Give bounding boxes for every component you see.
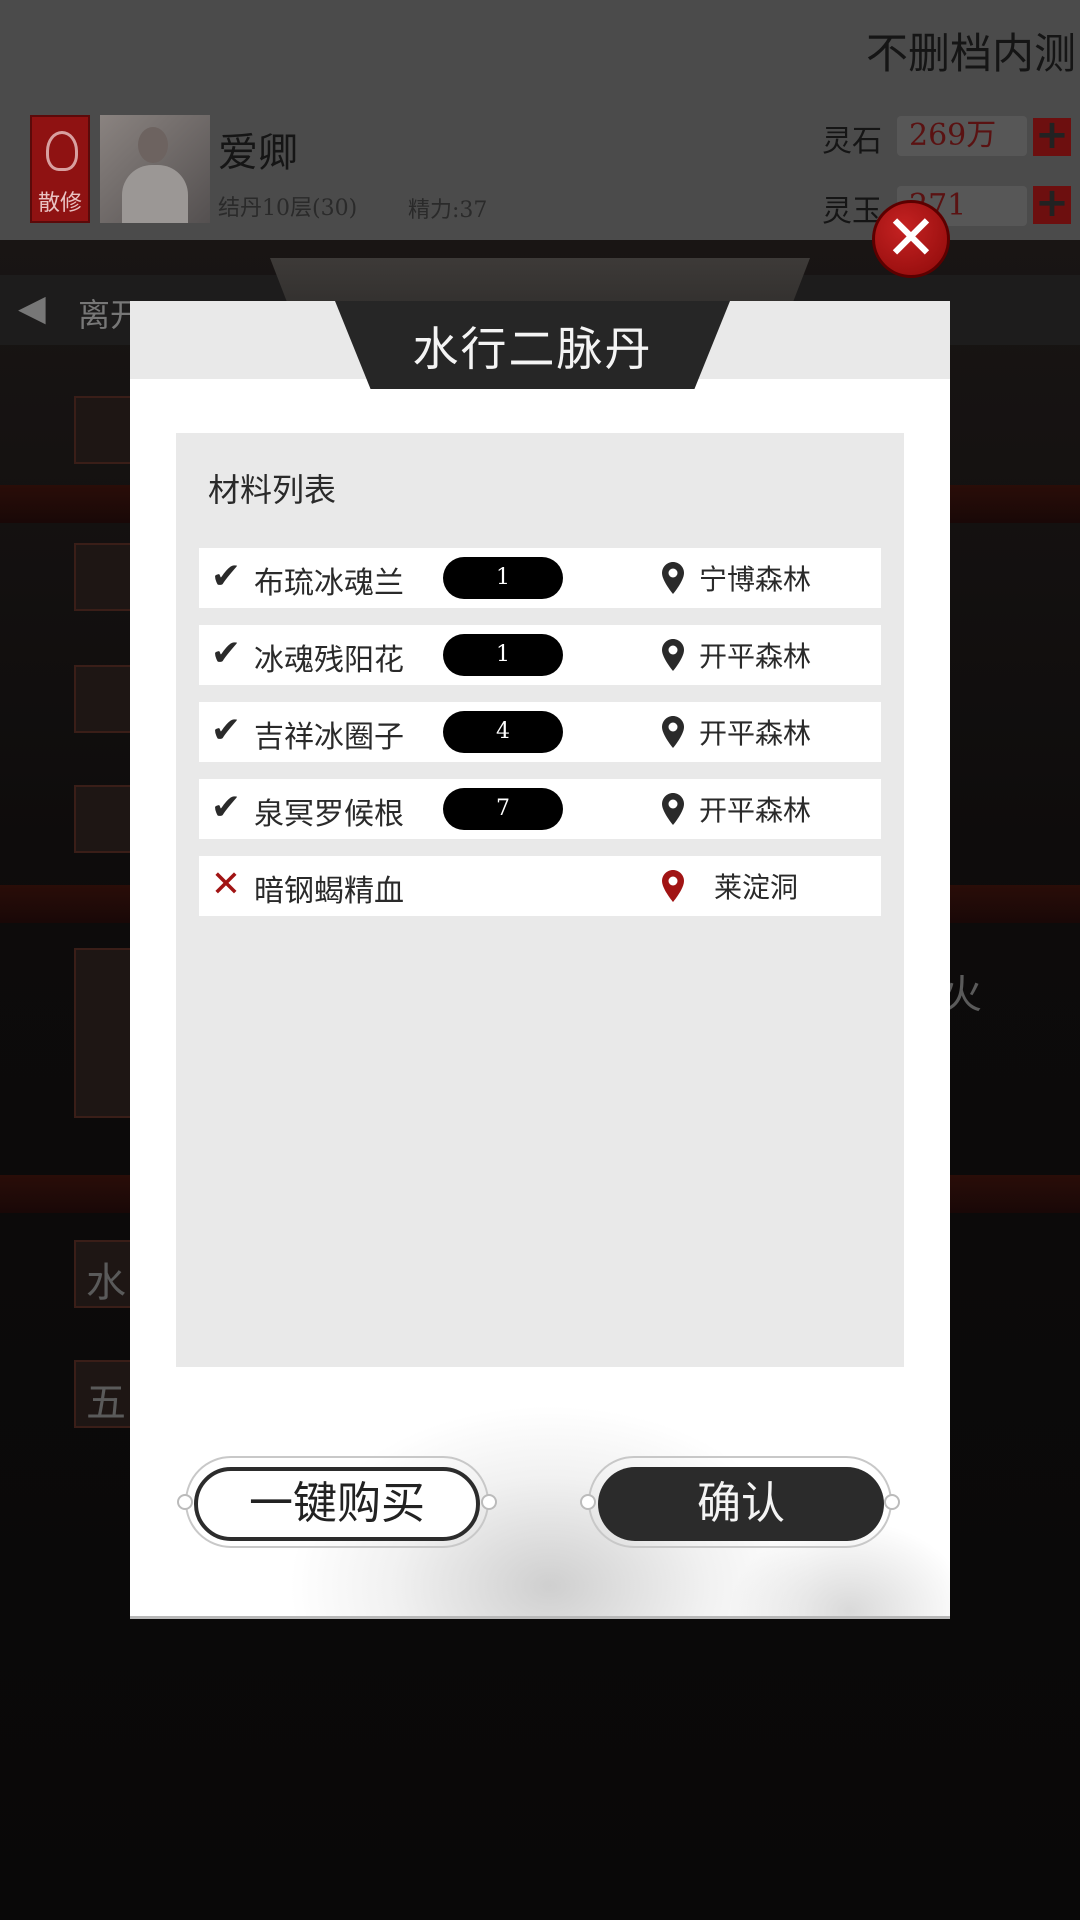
material-count-badge: 4 <box>443 711 563 753</box>
spirit-jade-label: 灵玉 <box>822 194 882 229</box>
material-count-badge: 7 <box>443 788 563 830</box>
avatar-robe <box>122 165 188 223</box>
material-name: 泉冥罗候根 <box>254 797 404 832</box>
material-name: 布琉冰魂兰 <box>254 566 404 601</box>
material-location[interactable]: 莱淀洞 <box>714 866 798 906</box>
material-name: 吉祥冰圈子 <box>254 720 404 755</box>
add-spirit-stone-button[interactable]: + <box>1033 115 1071 156</box>
material-name: 冰魂残阳花 <box>254 643 404 678</box>
bg-text: 水 <box>86 1260 126 1306</box>
bg-text: 五 <box>86 1380 126 1426</box>
material-location[interactable]: 开平森林 <box>699 635 811 675</box>
material-count-badge: 1 <box>443 557 563 599</box>
material-count-badge: 1 <box>443 634 563 676</box>
frame-knob <box>884 1494 900 1510</box>
material-row[interactable]: ✔ 冰魂残阳花 1 开平森林 <box>199 625 881 685</box>
check-icon: ✔ <box>210 556 242 597</box>
map-pin-icon[interactable] <box>662 639 684 671</box>
recipe-dialog: 水行二脉丹 材料列表 ✔ 布琉冰魂兰 1 宁博森林 ✔ 冰魂残阳花 1 开平森林 ✔ 吉祥冰圈子 4… <box>130 301 950 1619</box>
player-name: 爱卿 <box>218 130 298 176</box>
spirit-stone-value: 269万 <box>897 116 1027 156</box>
materials-header: 材料列表 <box>208 471 337 509</box>
frame-knob <box>580 1494 596 1510</box>
sect-badge[interactable]: 散修 <box>30 115 90 223</box>
back-arrow-icon[interactable]: ◀ <box>18 288 60 330</box>
buy-all-button[interactable]: 一键购买 <box>194 1467 480 1541</box>
map-pin-icon[interactable] <box>662 793 684 825</box>
map-pin-icon[interactable] <box>662 870 684 902</box>
frame-knob <box>481 1494 497 1510</box>
check-icon: ✔ <box>210 710 242 751</box>
material-row[interactable]: ✔ 泉冥罗候根 7 开平森林 <box>199 779 881 839</box>
map-pin-icon[interactable] <box>662 562 684 594</box>
spirit-stone-label: 灵石 <box>822 124 882 159</box>
material-location[interactable]: 宁博森林 <box>699 558 811 598</box>
player-avatar[interactable] <box>100 115 210 223</box>
material-row[interactable]: ✔ 布琉冰魂兰 1 宁博森林 <box>199 548 881 608</box>
sect-label: 散修 <box>37 191 82 216</box>
confirm-button[interactable]: 确认 <box>598 1467 884 1541</box>
frame-knob <box>177 1494 193 1510</box>
map-pin-icon[interactable] <box>662 716 684 748</box>
cross-icon: ✕ <box>210 864 242 905</box>
player-energy: 精力:37 <box>408 198 488 223</box>
material-row[interactable]: ✕ 暗钢蝎精血 莱淀洞 <box>199 856 881 916</box>
add-spirit-jade-button[interactable]: + <box>1033 183 1071 224</box>
material-location[interactable]: 开平森林 <box>699 712 811 752</box>
materials-panel: 材料列表 ✔ 布琉冰魂兰 1 宁博森林 ✔ 冰魂残阳花 1 开平森林 ✔ 吉祥冰圈子 4 开平森林 ✔ 泉… <box>176 433 904 1367</box>
material-row[interactable]: ✔ 吉祥冰圈子 4 开平森林 <box>199 702 881 762</box>
material-location[interactable]: 开平森林 <box>699 789 811 829</box>
player-level: 结丹10层(30) <box>218 196 358 221</box>
dialog-title: 水行二脉丹 <box>412 322 653 376</box>
check-icon: ✔ <box>210 787 242 828</box>
avatar-head <box>138 127 168 163</box>
close-icon[interactable]: ✕ <box>872 200 950 278</box>
test-build-label: 不删档内测 <box>865 29 1076 78</box>
material-name: 暗钢蝎精血 <box>254 874 404 909</box>
check-icon: ✔ <box>210 633 242 674</box>
lotus-icon <box>46 131 78 171</box>
